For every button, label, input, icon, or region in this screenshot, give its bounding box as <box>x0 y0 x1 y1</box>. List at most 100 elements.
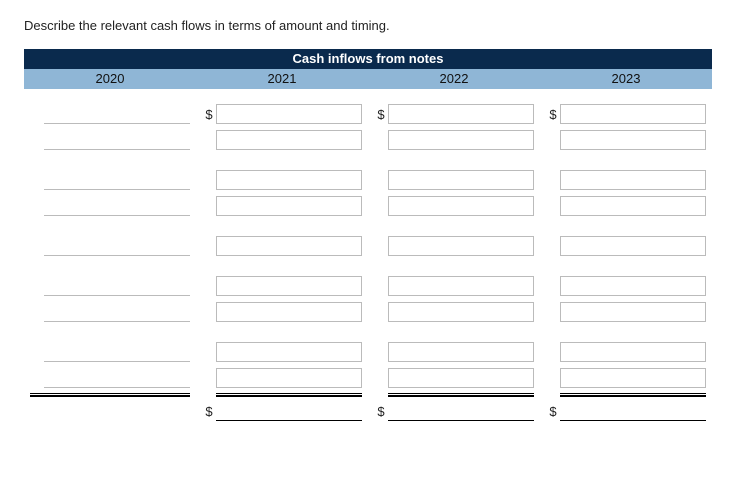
input-row <box>374 129 534 151</box>
input-row <box>546 301 706 323</box>
input-row <box>30 129 190 151</box>
input-row <box>202 275 362 297</box>
input-row <box>30 341 190 363</box>
input-row <box>202 129 362 151</box>
input-row: $ <box>374 103 534 125</box>
amount-input[interactable] <box>216 130 362 150</box>
input-row <box>202 195 362 217</box>
amount-input[interactable] <box>388 236 534 256</box>
total-input[interactable] <box>44 401 190 421</box>
amount-input[interactable] <box>560 342 706 362</box>
input-row <box>202 341 362 363</box>
amount-input[interactable] <box>388 276 534 296</box>
input-row <box>374 235 534 257</box>
year-header-2020: 2020 <box>24 69 196 89</box>
amount-input[interactable] <box>560 104 706 124</box>
amount-input[interactable] <box>216 236 362 256</box>
total-input[interactable] <box>216 401 362 421</box>
amount-input[interactable] <box>44 276 190 296</box>
amount-input[interactable] <box>560 130 706 150</box>
dollar-sign: $ <box>546 107 560 122</box>
amount-input[interactable] <box>44 104 190 124</box>
cashflow-grid: $ $ <box>24 103 712 421</box>
input-row <box>30 169 190 191</box>
total-row: $ <box>202 401 362 421</box>
year-header-2022: 2022 <box>368 69 540 89</box>
amount-input[interactable] <box>560 276 706 296</box>
amount-input[interactable] <box>388 196 534 216</box>
amount-input[interactable] <box>44 170 190 190</box>
input-row <box>374 341 534 363</box>
dollar-sign: $ <box>374 404 388 419</box>
amount-input[interactable] <box>216 302 362 322</box>
total-input[interactable] <box>388 401 534 421</box>
amount-input[interactable] <box>44 196 190 216</box>
total-rule <box>216 393 362 397</box>
question-prompt: Describe the relevant cash flows in term… <box>24 18 712 33</box>
column-2021: $ <box>196 103 368 421</box>
input-row <box>374 301 534 323</box>
input-row <box>374 195 534 217</box>
input-row <box>30 367 190 389</box>
input-row <box>30 275 190 297</box>
total-row: $ <box>374 401 534 421</box>
dollar-sign: $ <box>546 404 560 419</box>
amount-input[interactable] <box>388 104 534 124</box>
amount-input[interactable] <box>216 342 362 362</box>
input-row <box>30 103 190 125</box>
amount-input[interactable] <box>388 302 534 322</box>
input-row <box>546 341 706 363</box>
amount-input[interactable] <box>388 342 534 362</box>
total-input[interactable] <box>560 401 706 421</box>
amount-input[interactable] <box>44 342 190 362</box>
input-row <box>546 195 706 217</box>
amount-input[interactable] <box>216 368 362 388</box>
input-row <box>30 301 190 323</box>
amount-input[interactable] <box>44 302 190 322</box>
amount-input[interactable] <box>560 302 706 322</box>
total-row: $ <box>546 401 706 421</box>
input-row <box>546 129 706 151</box>
total-rule <box>560 393 706 397</box>
input-row <box>546 235 706 257</box>
input-row <box>202 367 362 389</box>
amount-input[interactable] <box>388 130 534 150</box>
total-rule <box>388 393 534 397</box>
year-header-row: 2020 2021 2022 2023 <box>24 69 712 89</box>
amount-input[interactable] <box>388 170 534 190</box>
input-row <box>374 275 534 297</box>
input-row <box>374 367 534 389</box>
input-row <box>202 235 362 257</box>
amount-input[interactable] <box>44 130 190 150</box>
amount-input[interactable] <box>388 368 534 388</box>
amount-input[interactable] <box>560 170 706 190</box>
amount-input[interactable] <box>560 196 706 216</box>
dollar-sign: $ <box>202 404 216 419</box>
amount-input[interactable] <box>216 196 362 216</box>
table-banner: Cash inflows from notes <box>24 49 712 69</box>
total-row: $ <box>30 401 190 421</box>
input-row <box>30 235 190 257</box>
input-row <box>374 169 534 191</box>
amount-input[interactable] <box>44 236 190 256</box>
amount-input[interactable] <box>560 236 706 256</box>
input-row <box>546 169 706 191</box>
amount-input[interactable] <box>216 104 362 124</box>
input-row: $ <box>202 103 362 125</box>
column-2022: $ <box>368 103 540 421</box>
amount-input[interactable] <box>44 368 190 388</box>
amount-input[interactable] <box>560 368 706 388</box>
column-2020: $ <box>24 103 196 421</box>
input-row <box>30 195 190 217</box>
year-header-2021: 2021 <box>196 69 368 89</box>
input-row <box>546 275 706 297</box>
dollar-sign: $ <box>202 107 216 122</box>
dollar-sign: $ <box>374 107 388 122</box>
column-2023: $ <box>540 103 712 421</box>
total-rule <box>30 393 190 397</box>
amount-input[interactable] <box>216 170 362 190</box>
input-row <box>202 169 362 191</box>
amount-input[interactable] <box>216 276 362 296</box>
input-row: $ <box>546 103 706 125</box>
input-row <box>546 367 706 389</box>
